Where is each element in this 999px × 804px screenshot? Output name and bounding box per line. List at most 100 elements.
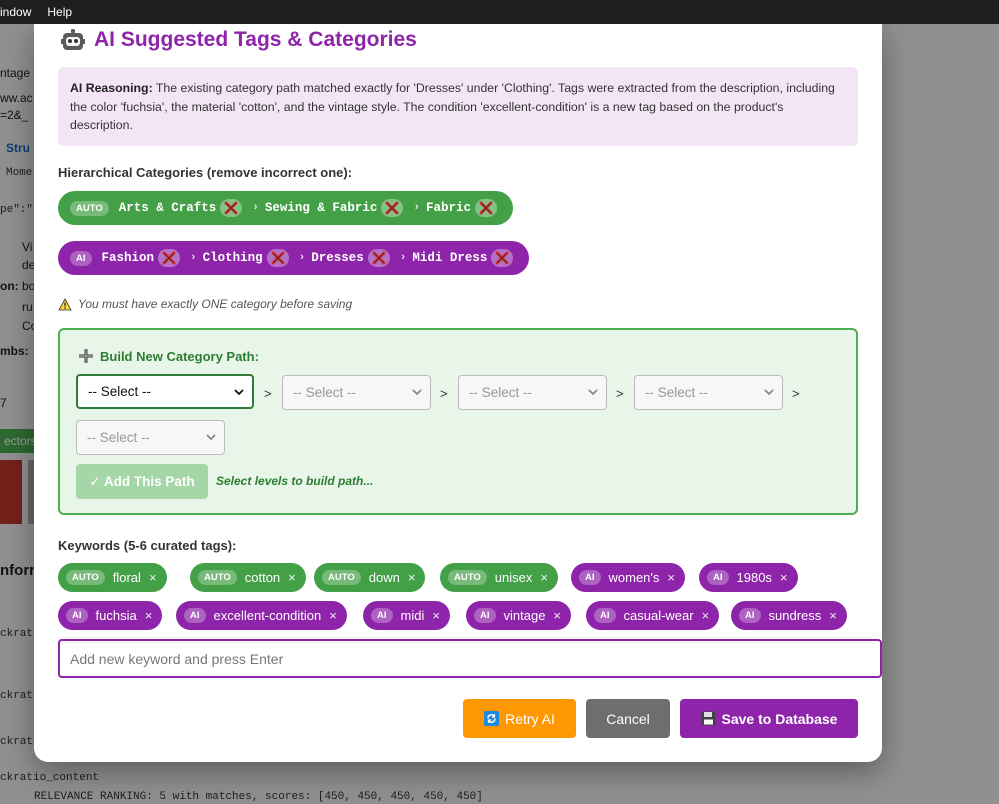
keyword-input[interactable]: Add new keyword and press Enter <box>58 639 882 678</box>
keywords-label: Keywords (5-6 curated tags): <box>58 538 237 553</box>
remove-keyword-icon[interactable]: × <box>145 608 153 623</box>
builder-title-text: Build New Category Path: <box>100 348 259 364</box>
source-badge: AUTO <box>322 570 361 585</box>
keyword-text: floral <box>112 570 141 585</box>
cancel-button[interactable]: Cancel <box>586 699 670 738</box>
remove-keyword-icon[interactable]: × <box>408 570 416 585</box>
keyword-chip: AI casual-wear × <box>586 601 720 630</box>
robot-icon <box>61 29 85 50</box>
remove-node-button[interactable] <box>367 249 390 267</box>
category-level-2-select[interactable]: -- Select -- <box>282 375 431 410</box>
keyword-text: down <box>368 570 400 585</box>
keyword-text: cotton <box>244 570 281 585</box>
source-badge: AUTO <box>70 200 109 216</box>
category-node: Fabric <box>426 201 472 215</box>
select-value: -- Select -- <box>87 430 151 445</box>
warning-text: You must have exactly ONE category befor… <box>78 297 353 311</box>
save-label: Save to Database <box>721 710 838 727</box>
menu-item-help[interactable]: Help <box>39 5 80 19</box>
level-separator: > <box>440 386 448 401</box>
remove-node-button[interactable] <box>158 249 181 267</box>
keyword-text: sundress <box>768 608 822 623</box>
source-badge: AUTO <box>198 570 237 585</box>
reasoning-label: AI Reasoning: <box>70 81 153 95</box>
remove-keyword-icon[interactable]: × <box>702 608 710 623</box>
keyword-text: excellent-condition <box>213 608 322 623</box>
chevron-right-icon: › <box>413 202 421 214</box>
remove-keyword-icon[interactable]: × <box>329 608 337 623</box>
category-builder: Build New Category Path: -- Select -- > … <box>58 328 858 515</box>
menu-item-window[interactable]: indow <box>0 5 39 19</box>
keyword-chip: AI vintage × <box>466 601 572 630</box>
keyword-chip: AUTO cotton × <box>190 563 306 592</box>
remove-node-button[interactable] <box>475 199 498 217</box>
close-icon <box>271 251 285 265</box>
remove-keyword-icon[interactable]: × <box>149 570 157 585</box>
remove-node-button[interactable] <box>381 199 404 217</box>
close-icon <box>224 201 238 215</box>
close-icon <box>495 251 509 265</box>
ai-reasoning-box: AI Reasoning: The existing category path… <box>58 67 858 146</box>
chevron-right-icon: › <box>298 252 306 264</box>
keyword-chip: AI 1980s × <box>699 563 798 592</box>
keyword-text: fuchsia <box>95 608 137 623</box>
remove-keyword-icon[interactable]: × <box>540 570 548 585</box>
category-node: Fashion <box>101 251 155 265</box>
source-badge: AI <box>739 608 761 623</box>
source-badge: AI <box>579 570 601 585</box>
source-badge: AI <box>594 608 616 623</box>
select-value: -- Select -- <box>469 385 533 400</box>
plus-icon <box>79 349 93 363</box>
keyword-text: women's <box>608 570 660 585</box>
close-icon <box>479 201 493 215</box>
category-level-4-select[interactable]: -- Select -- <box>634 375 783 410</box>
keyword-text: unisex <box>494 570 533 585</box>
remove-keyword-icon[interactable]: × <box>667 570 675 585</box>
chevron-down-icon <box>234 389 244 396</box>
remove-node-button[interactable] <box>491 249 514 267</box>
keyword-text: 1980s <box>736 570 772 585</box>
category-level-5-select[interactable]: -- Select -- <box>76 420 225 455</box>
keyword-chip: AUTO unisex × <box>440 563 558 592</box>
source-badge: AUTO <box>66 570 105 585</box>
categories-label: Hierarchical Categories (remove incorrec… <box>58 165 353 180</box>
remove-keyword-icon[interactable]: × <box>553 608 561 623</box>
remove-node-button[interactable] <box>220 199 243 217</box>
category-path-ai: AI Fashion › Clothing › Dresses › Midi D… <box>58 241 530 275</box>
remove-keyword-icon[interactable]: × <box>432 608 440 623</box>
keyword-text: midi <box>400 608 425 623</box>
save-to-database-button[interactable]: Save to Database <box>680 699 858 738</box>
chevron-right-icon: › <box>252 202 259 214</box>
keyword-chip: AI sundress × <box>731 601 847 630</box>
keyword-chip: AI midi × <box>363 601 450 630</box>
keyword-chip: AUTO down × <box>314 563 426 592</box>
category-level-3-select[interactable]: -- Select -- <box>458 375 607 410</box>
select-value: -- Select -- <box>293 385 357 400</box>
remove-keyword-icon[interactable]: × <box>288 570 296 585</box>
menu-bar: indow Help <box>0 0 999 24</box>
builder-title: Build New Category Path: <box>78 348 259 364</box>
remove-keyword-icon[interactable]: × <box>829 608 837 623</box>
reasoning-text: The existing category path matched exact… <box>70 81 835 132</box>
retry-ai-button[interactable]: Retry AI <box>463 699 576 738</box>
keyword-chip: AI fuchsia × <box>58 601 163 630</box>
chevron-down-icon <box>588 389 598 396</box>
retry-label: Retry AI <box>505 710 555 727</box>
ai-suggestions-modal: AI Suggested Tags & Categories AI Reason… <box>34 24 882 762</box>
keyword-chip: AUTO floral × <box>58 563 167 592</box>
remove-keyword-icon[interactable]: × <box>780 570 788 585</box>
source-badge: AI <box>474 608 496 623</box>
add-path-button[interactable]: ✓ Add This Path <box>76 464 208 499</box>
modal-header: AI Suggested Tags & Categories <box>60 27 417 53</box>
close-icon <box>162 251 176 265</box>
floppy-disk-icon <box>701 711 716 726</box>
chevron-right-icon: › <box>399 252 407 264</box>
category-node: Arts & Crafts <box>118 201 217 215</box>
source-badge: AI <box>70 250 92 266</box>
select-value: -- Select -- <box>88 384 152 399</box>
keyword-text: casual-wear <box>623 608 694 623</box>
keyword-text: vintage <box>503 608 546 623</box>
remove-node-button[interactable] <box>266 249 289 267</box>
category-node: Clothing <box>202 251 263 265</box>
category-level-1-select[interactable]: -- Select -- <box>76 374 254 409</box>
